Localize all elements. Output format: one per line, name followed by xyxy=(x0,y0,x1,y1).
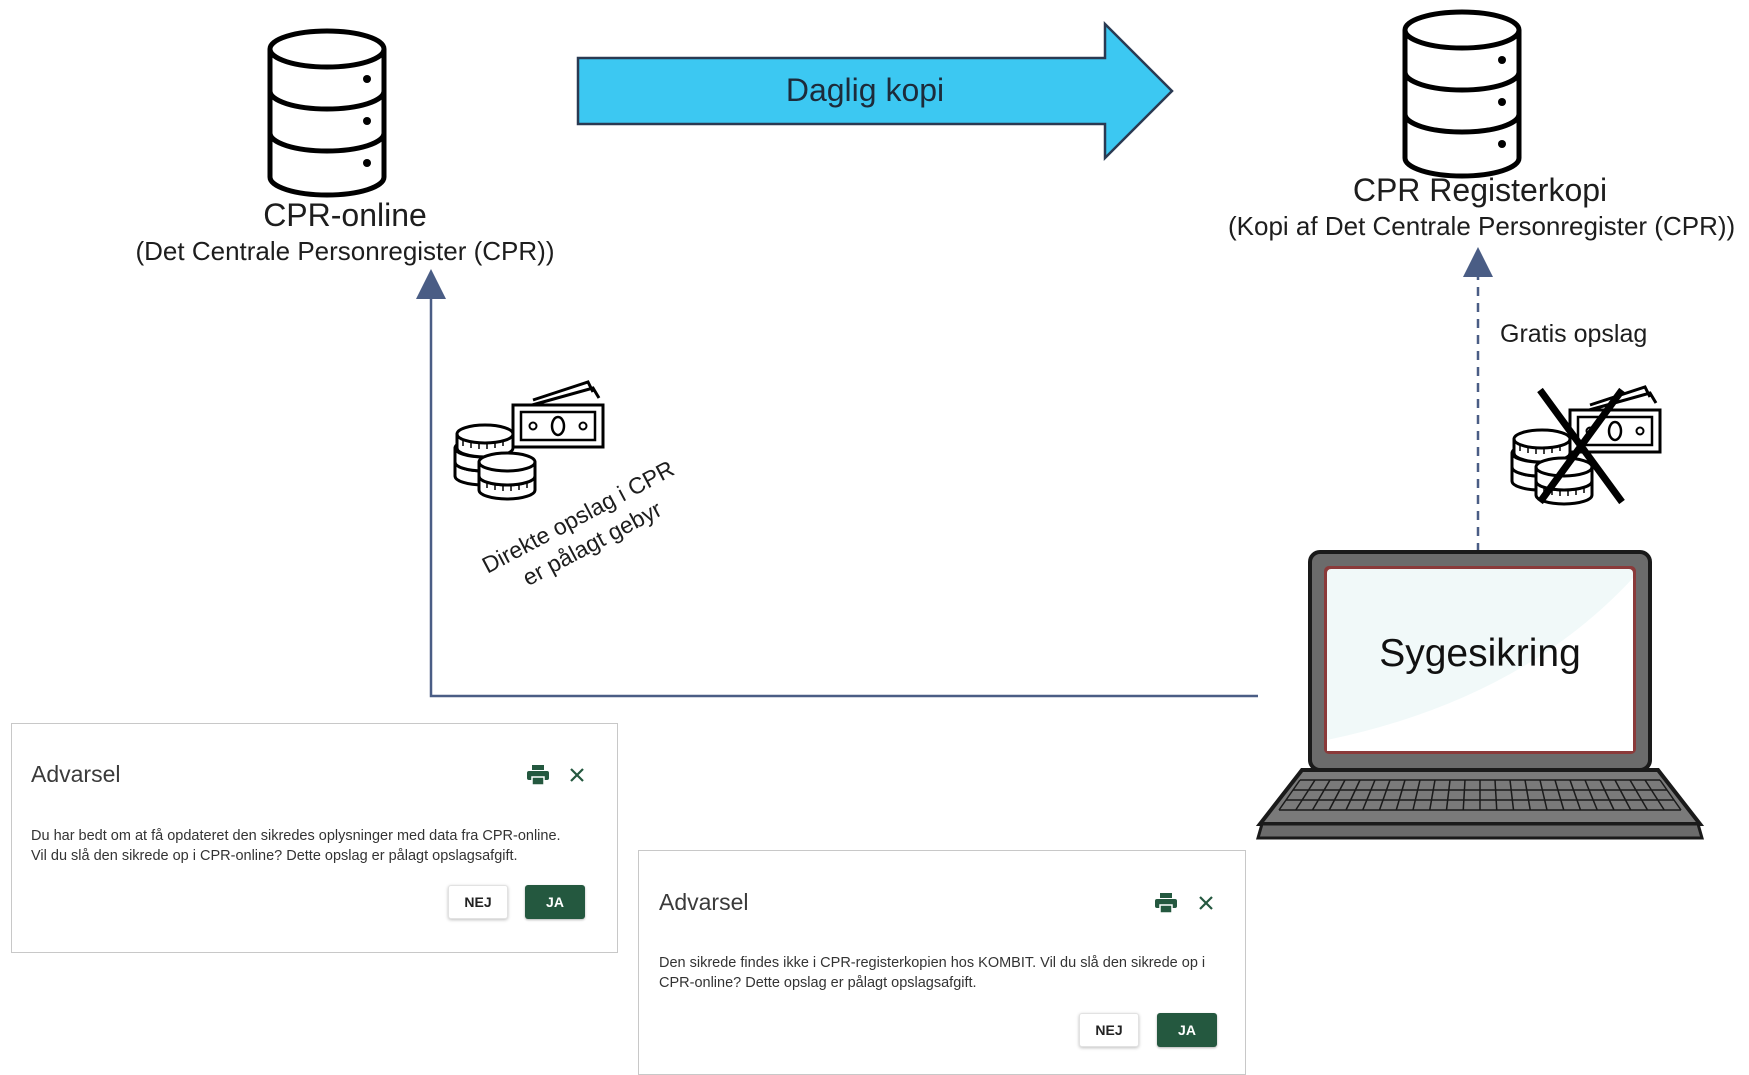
paid-lookup-connector xyxy=(416,269,1258,698)
crossed-money-icon xyxy=(1510,385,1662,506)
dialog-message-line2: CPR-online? Dette opslag er pålagt opsla… xyxy=(659,975,977,991)
cpr-copy-subtitle: (Kopi af Det Centrale Personregister (CP… xyxy=(1228,211,1736,241)
dialog-message-line1: Du har bedt om at få opdateret den sikre… xyxy=(31,828,561,844)
close-icon[interactable] xyxy=(568,766,586,789)
laptop-icon xyxy=(1255,550,1705,840)
daily-copy-label: Daglig kopi xyxy=(785,72,945,108)
warning-dialog: Advarsel Du har bedt om at få opdateret … xyxy=(11,723,618,953)
client-label: Sygesikring xyxy=(1379,632,1581,675)
free-lookup-label: Gratis opslag xyxy=(1500,320,1648,348)
database-icon xyxy=(270,31,384,195)
print-icon[interactable] xyxy=(527,765,549,790)
cpr-online-title: CPR-online xyxy=(263,197,427,233)
no-button[interactable]: NEJ xyxy=(1079,1013,1139,1047)
cpr-online-subtitle: (Det Centrale Personregister (CPR)) xyxy=(135,236,555,266)
print-icon[interactable] xyxy=(1155,893,1177,918)
yes-button[interactable]: JA xyxy=(1157,1013,1217,1047)
database-icon xyxy=(1405,12,1519,176)
dialog-message: Den sikrede findes ikke i CPR-registerko… xyxy=(659,953,1244,993)
dialog-title: Advarsel xyxy=(31,761,121,787)
yes-button[interactable]: JA xyxy=(525,885,585,919)
warning-dialog: Advarsel Den sikrede findes ikke i CPR-r… xyxy=(638,850,1246,1075)
dialog-message: Du har bedt om at få opdateret den sikre… xyxy=(31,826,611,866)
dialog-message-line1: Den sikrede findes ikke i CPR-registerko… xyxy=(659,955,1206,971)
dialog-title: Advarsel xyxy=(659,889,749,915)
close-icon[interactable] xyxy=(1197,894,1215,917)
cpr-copy-title: CPR Registerkopi xyxy=(1352,172,1608,208)
dialog-message-line2: Vil du slå den sikrede op i CPR-online? … xyxy=(31,848,518,864)
money-icon xyxy=(453,380,605,501)
no-button[interactable]: NEJ xyxy=(448,885,508,919)
